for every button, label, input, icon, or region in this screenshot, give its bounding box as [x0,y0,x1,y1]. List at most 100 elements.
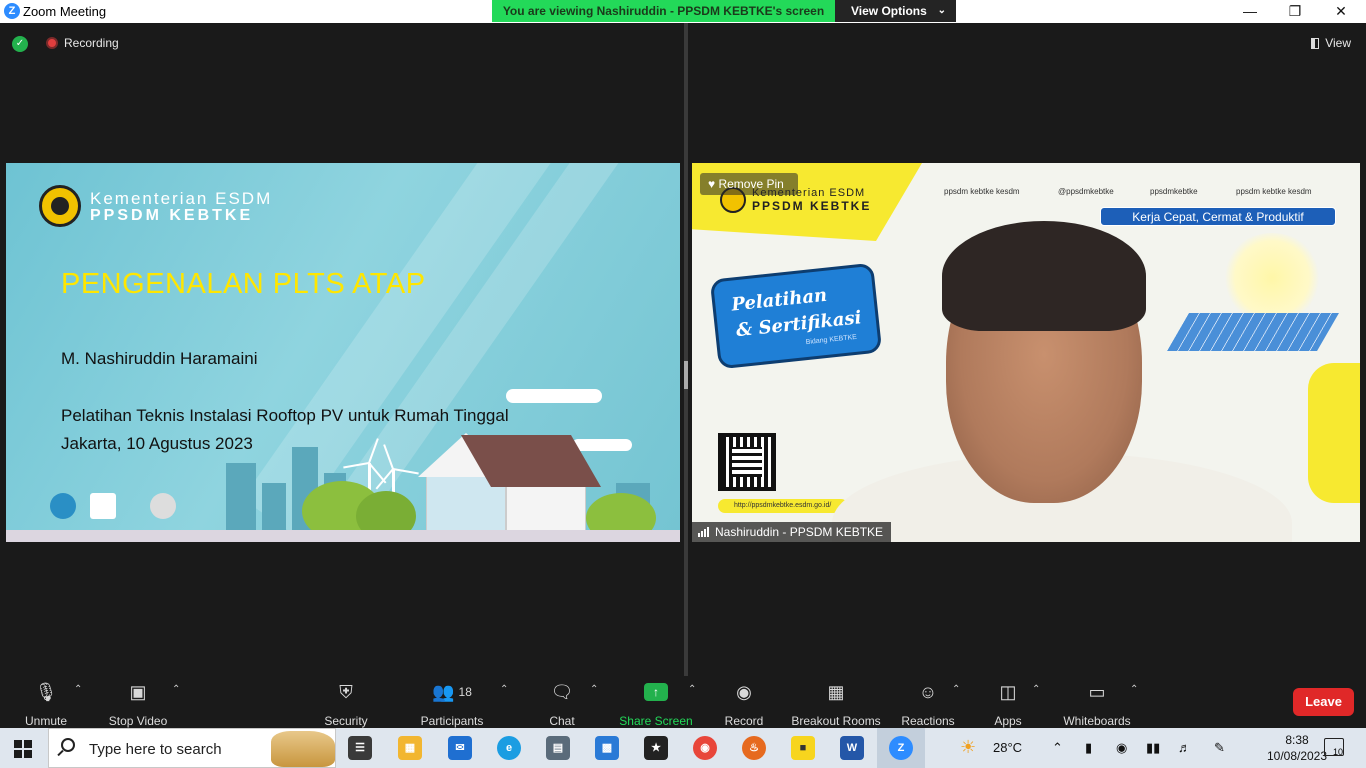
clock-date: 10/08/2023 [1266,749,1328,763]
tray-chevron-up-icon[interactable]: ⌃ [1052,740,1063,756]
pin-icon: ♥ [708,177,719,191]
whiteboards-button[interactable]: ▭ Whiteboards [1060,676,1134,729]
share-screen-label: Share Screen [619,714,693,728]
layout-icon [1311,37,1320,49]
sticky-notes-icon[interactable]: ■ [791,736,815,760]
house-wall [506,485,586,531]
search-placeholder: Type here to search [89,741,222,758]
slide-title: PENGENALAN PLTS ATAP [61,268,426,300]
recording-indicator[interactable]: Recording [46,36,119,50]
reactions-label: Reactions [901,714,955,728]
cloud [572,439,632,451]
apps-icon: ◫ [999,681,1017,702]
esdm-logo [39,185,81,227]
view-options-label: View Options [851,4,927,18]
social-twitter: @ppsdmkebtke [1058,187,1114,196]
badge-logo [150,493,176,519]
participants-options-caret[interactable]: ⌃ [500,684,508,695]
participants-label: Participants [420,714,484,728]
grid-icon: ▦ [827,681,845,702]
zoom-logo-icon: Z [4,3,20,19]
cloud [506,389,602,403]
participants-icon: 👥 18 [432,681,472,702]
record-icon: ◉ [736,681,752,702]
tagline-banner: Kerja Cepat, Cermat & Produktif [1100,207,1336,226]
record-button[interactable]: ◉ Record [722,676,766,729]
bubble-line-3: Bidang KEBTKE [805,333,858,347]
chat-options-caret[interactable]: ⌃ [590,684,598,695]
divider-handle[interactable] [684,361,688,389]
view-options-button[interactable]: View Options ⌄ [835,0,956,22]
edge-browser-icon[interactable]: e [497,736,521,760]
banner-yellow-right [1308,363,1360,503]
record-dot-icon [46,37,58,49]
pen-icon[interactable]: ✎ [1214,740,1225,756]
close-button[interactable]: ✕ [1318,0,1364,23]
blu-logo [50,493,76,519]
participants-button[interactable]: 👥 18 Participants [418,676,486,729]
apps-label: Apps [994,714,1022,728]
security-button[interactable]: ⛨ Security [318,676,374,729]
slide-bottom-strip [6,530,680,542]
encryption-shield-icon[interactable]: ✓ [12,36,28,52]
participant-hair [942,221,1146,331]
taskbar-clock[interactable]: 8:38 10/08/2023 [1262,732,1332,764]
video-camera-icon: ▣ [129,681,147,702]
remove-pin-button[interactable]: ♥ Remove Pin [700,173,798,195]
apps-button[interactable]: ◫ Apps [988,676,1028,729]
notifications-icon[interactable]: 10 [1324,738,1344,757]
share-options-caret[interactable]: ⌃ [688,684,696,695]
minimize-button[interactable]: — [1227,0,1273,23]
weather-temp[interactable]: 28°C [993,740,1022,755]
weather-icon[interactable]: ☀ [960,737,976,758]
unmute-button[interactable]: 🎙 Unmute [16,676,76,729]
restore-button[interactable]: ❐ [1272,0,1318,23]
stop-video-button[interactable]: ▣ Stop Video [104,676,172,729]
breakout-rooms-button[interactable]: ▦ Breakout Rooms [790,676,882,729]
firefox-icon[interactable]: ♨ [742,736,766,760]
whiteboards-label: Whiteboards [1063,714,1131,728]
qr-pattern [732,447,762,477]
window-title: Zoom Meeting [23,4,107,19]
solar-panel-graphic [1167,313,1339,351]
video-options-caret[interactable]: ⌃ [172,684,180,695]
participants-count: 18 [458,685,472,699]
chrome-icon[interactable]: ◉ [693,736,717,760]
speech-bubble: Pelatihan & Sertifikasi Bidang KEBTKE [709,262,883,370]
app-icon[interactable]: ★ [644,736,668,760]
participant-video[interactable]: Kementerian ESDM PPSDM KEBTKE ♥ Remove P… [692,163,1360,542]
chat-button[interactable]: 🗨 Chat [540,676,584,729]
split-divider[interactable] [684,23,688,676]
whiteboards-options-caret[interactable]: ⌃ [1130,684,1138,695]
whiteboard-icon: ▭ [1088,681,1106,702]
participant-name-tag: Nashiruddin - PPSDM KEBTKE [692,522,892,542]
share-screen-button[interactable]: ↑ Share Screen [616,676,696,728]
microsoft-store-icon[interactable]: ▩ [595,736,619,760]
word-icon[interactable]: W [840,736,864,760]
audio-options-caret[interactable]: ⌃ [74,684,82,695]
video-org-unit: PPSDM KEBTKE [752,199,872,213]
mail-icon[interactable]: ✉ [448,736,472,760]
battery-icon[interactable]: ▮▮ [1146,740,1160,756]
slide-author: M. Nashiruddin Haramaini [61,349,258,368]
leave-button[interactable]: Leave [1293,688,1354,716]
microphone-icon[interactable]: ▮ [1085,740,1092,756]
windows-start-icon[interactable] [14,740,32,758]
zoom-taskbar-icon[interactable]: Z [889,736,913,760]
camera-icon[interactable]: ◉ [1116,740,1127,756]
reactions-button[interactable]: ☺ Reactions [900,676,956,729]
reactions-options-caret[interactable]: ⌃ [952,684,960,695]
slide-date: Jakarta, 10 Agustus 2023 [61,434,253,453]
title-bar: Z Zoom Meeting You are viewing Nashirudd… [0,0,1366,23]
sun-graphic [1222,233,1322,323]
qr-code [718,433,776,491]
volume-icon[interactable]: ♬ [1178,740,1191,755]
city-building [262,483,286,533]
app-icon[interactable]: ▤ [546,736,570,760]
view-label: View [1325,36,1351,50]
view-button[interactable]: View [1311,36,1351,50]
file-explorer-icon[interactable]: ▦ [398,736,422,760]
apps-options-caret[interactable]: ⌃ [1032,684,1040,695]
taskbar-search-box[interactable]: Type here to search [48,728,336,768]
task-view-icon[interactable]: ☰ [348,736,372,760]
